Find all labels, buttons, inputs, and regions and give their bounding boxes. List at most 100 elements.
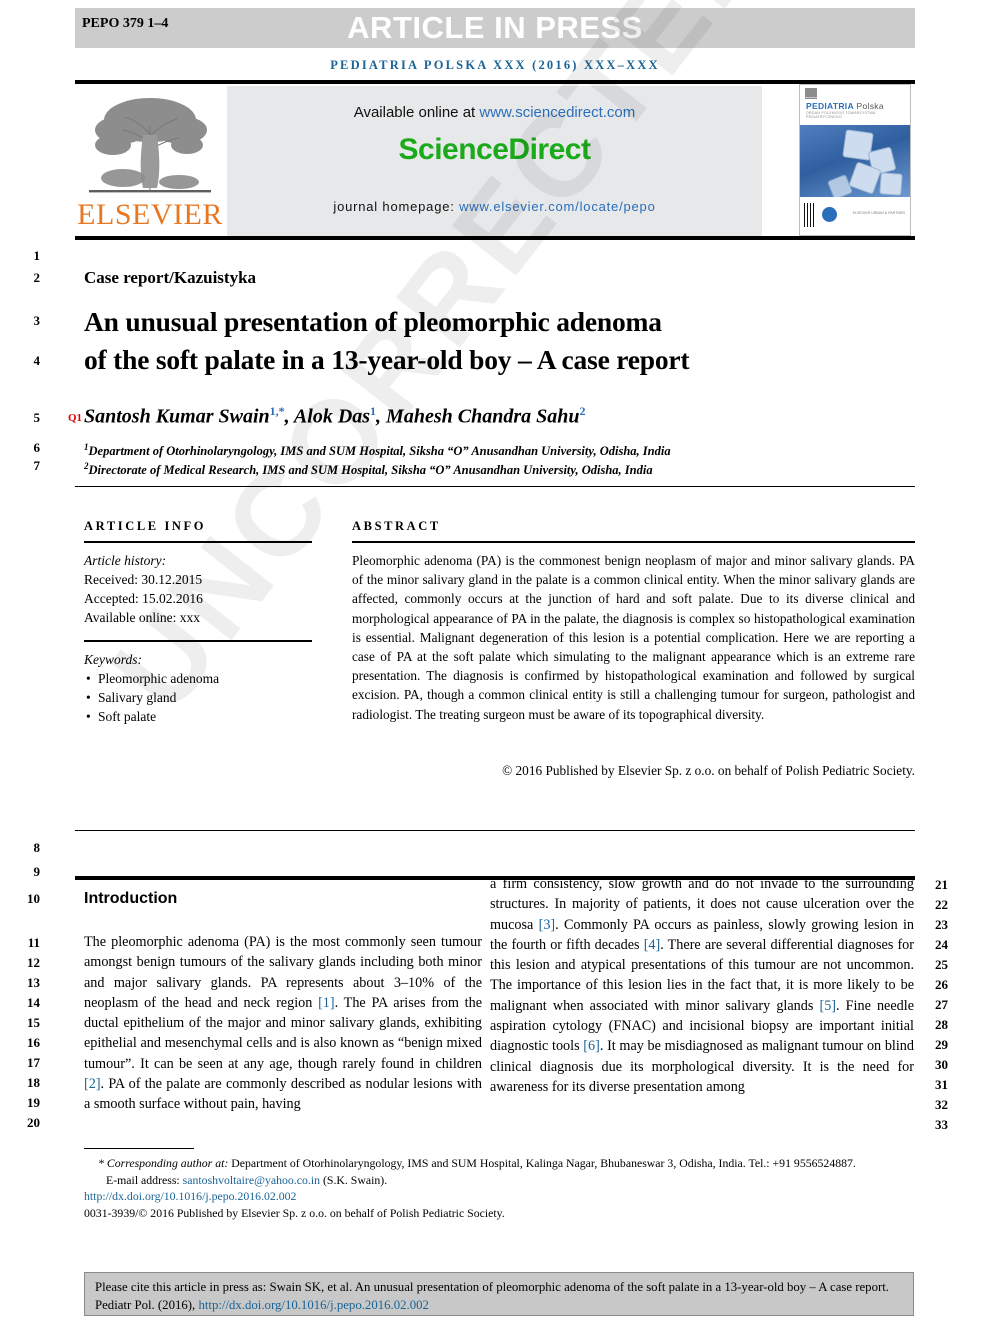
introduction-column-left: The pleomorphic adenoma (PA) is the most… [84,932,482,1115]
cite-this-article-box: Please cite this article in press as: Sw… [84,1272,914,1316]
doi-link[interactable]: http://dx.doi.org/10.1016/j.pepo.2016.02… [84,1189,296,1203]
elsevier-logo: ELSEVIER [75,86,225,236]
line-number: 32 [935,1097,948,1112]
line-number: 13 [27,975,40,990]
journal-homepage-link[interactable]: www.elsevier.com/locate/pepo [459,199,656,214]
introduction-column-right: a firm consistency, slow growth and do n… [490,874,914,1097]
line-number: 8 [33,840,41,855]
footnote-rule [84,1148,194,1149]
abstract-rule [352,541,915,543]
line-number: 5 [33,410,41,425]
article-page: ARTICLE IN PRESS PEPO 379 1–4 PEDIATRIA … [0,0,992,1323]
elsevier-wordmark: ELSEVIER [77,198,223,231]
page-title: An unusual presentation of pleomorphic a… [84,303,874,379]
article-history-block: Article history: Received: 30.12.2015 Ac… [84,551,324,627]
line-number: 6 [33,440,41,455]
line-number: 24 [935,937,948,952]
journal-masthead: ELSEVIER Available online at www.science… [75,84,915,236]
line-number: 17 [27,1055,40,1070]
citation-doi-link[interactable]: http://dx.doi.org/10.1016/j.pepo.2016.02… [198,1298,428,1312]
issn-copyright-line: 0031-3939/© 2016 Published by Elsevier S… [84,1205,505,1220]
footnote-block: * Corresponding author at: Department of… [84,1155,919,1221]
line-number: 28 [935,1017,948,1032]
body-text: . PA of the palate are commonly describe… [84,1076,482,1113]
reference-citation[interactable]: [5] [819,998,836,1014]
keyword-item: Salivary gland [86,688,324,707]
affiliation-item: 1Department of Otorhinolaryngology, IMS … [84,442,884,459]
sciencedirect-link[interactable]: www.sciencedirect.com [479,104,635,121]
reference-citation[interactable]: [1] [318,995,335,1011]
author-affiliation-ref[interactable]: 1,* [270,404,285,418]
author-list: Santosh Kumar Swain1,*, Alok Das1, Mahes… [84,404,586,428]
journal-homepage-line: journal homepage: www.elsevier.com/locat… [227,199,762,214]
line-number: 2 [33,270,41,285]
corresponding-author-address: Department of Otorhinolaryngology, IMS a… [228,1156,856,1170]
email-owner: (S.K. Swain). [320,1172,388,1187]
cover-journal-title: PEDIATRIA Polska [806,101,884,111]
email-note: E-mail address: santoshvoltaire@yahoo.co… [84,1172,919,1189]
accepted-date: Accepted: 15.02.2016 [84,591,203,606]
line-number: 30 [935,1057,948,1072]
author-affiliation-ref[interactable]: 1 [370,404,376,418]
reference-citation[interactable]: [6] [583,1038,600,1054]
article-info-heading: ARTICLE INFO [84,519,207,533]
keywords-list: Pleomorphic adenoma Salivary gland Soft … [84,669,324,726]
header-bottom-rule [75,236,915,240]
line-number: 10 [27,891,40,906]
sciencedirect-wordmark: ScienceDirect [398,133,591,166]
abstract-body: Pleomorphic adenoma (PA) is the commones… [352,553,915,722]
affiliation-item: 2Directorate of Medical Research, IMS an… [84,461,884,478]
email-label: E-mail address: [106,1172,183,1187]
line-number: 16 [27,1035,40,1050]
author-name: Santosh Kumar Swain [84,405,270,428]
reference-citation[interactable]: [2] [84,1076,101,1092]
line-number: 7 [33,458,41,473]
title-block-rule [75,486,915,487]
abstract-copyright: © 2016 Published by Elsevier Sp. z o.o. … [502,763,915,778]
keyword-item: Soft palate [86,707,324,726]
abstract-bottom-rule [75,830,915,831]
line-number: 23 [935,917,948,932]
article-in-press-label: ARTICLE IN PRESS [347,10,643,45]
line-number: 33 [935,1117,948,1132]
journal-homepage-label: journal homepage: [333,199,460,214]
line-number: 14 [27,995,40,1010]
line-number: 18 [27,1075,40,1090]
line-number: 26 [935,977,948,992]
journal-cover-image: PEDIATRIA Polska ORGAN POLSKIEGO TOWARZY… [799,84,911,236]
reference-citation[interactable]: [3] [539,917,556,933]
journal-cover-thumbnail: PEDIATRIA Polska ORGAN POLSKIEGO TOWARZY… [793,84,915,236]
abstract-heading: ABSTRACT [352,519,441,533]
line-number: 20 [27,1115,40,1130]
line-number: 29 [935,1037,948,1052]
keywords-rule [84,640,312,642]
cover-journal-subtitle: ORGAN POLSKIEGO TOWARZYSTWA PEDIATRYCZNE… [806,111,876,119]
affiliation-text: Directorate of Medical Research, IMS and… [88,463,653,478]
elsevier-tree-icon [89,98,211,193]
manuscript-id: PEPO 379 1–4 [82,16,169,31]
line-number: 3 [33,313,41,328]
cover-artwork [800,125,910,201]
article-info-rule [84,541,312,543]
keywords-label: Keywords: [84,652,142,667]
received-date: Received: 30.12.2015 [84,572,203,587]
article-in-press-banner: ARTICLE IN PRESS [75,8,915,48]
email-link[interactable]: santoshvoltaire@yahoo.co.in [183,1173,320,1187]
header-top-rule [75,80,915,84]
line-number: 15 [27,1015,40,1030]
query-marker-q1[interactable]: Q1 [68,412,82,424]
corresponding-author-note: * Corresponding author at: Department of… [84,1155,919,1172]
reference-citation[interactable]: [4] [644,937,661,953]
line-number: 1 [33,248,41,263]
line-number: 22 [935,897,948,912]
author-name: Mahesh Chandra Sahu [386,405,580,428]
cover-society-seal-icon [822,207,837,222]
line-number: 27 [935,997,948,1012]
line-number: 12 [27,955,40,970]
line-number: 9 [33,864,41,879]
available-online-line: Available online at www.sciencedirect.co… [227,104,762,121]
cite-this-article-text: Please cite this article in press as: Sw… [95,1278,901,1314]
cover-publisher-label: ELSEVIER URBAN & PARTNER [852,211,905,215]
line-number: 19 [27,1095,40,1110]
author-affiliation-ref[interactable]: 2 [579,404,585,418]
